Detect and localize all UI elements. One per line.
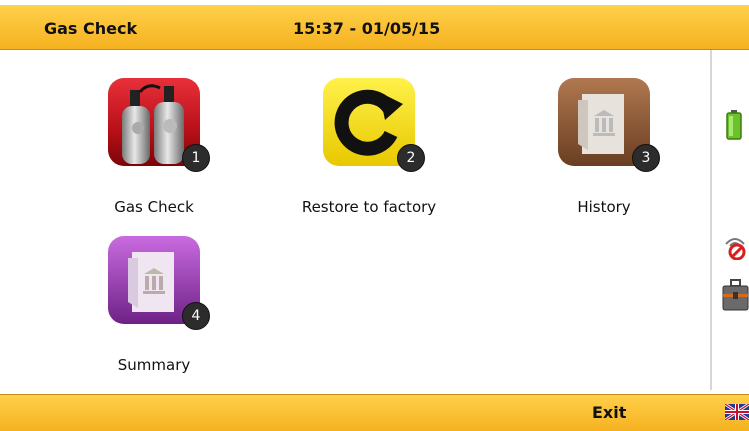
alarm-off-icon (725, 238, 746, 260)
menu-item-history[interactable]: 3 History (514, 50, 694, 216)
badge-4: 4 (182, 302, 210, 330)
menu-item-summary[interactable]: 4 Summary (64, 208, 244, 374)
menu-label-history: History (577, 198, 631, 216)
footer-bar: Exit (0, 394, 749, 431)
battery-icon (726, 110, 742, 140)
header-bar: Gas Check 15:37 - 01/05/15 (0, 5, 749, 50)
exit-button[interactable]: Exit (592, 403, 626, 422)
uk-flag-icon[interactable] (725, 404, 749, 420)
menu-label-summary: Summary (117, 356, 191, 374)
datetime-display: 15:37 - 01/05/15 (293, 19, 441, 38)
status-sidebar (712, 50, 749, 390)
menu-item-restore-factory[interactable]: 2 Restore to factory (279, 50, 459, 216)
badge-1: 1 (182, 144, 210, 172)
toolbox-icon (722, 279, 749, 311)
app-title: Gas Check (44, 19, 138, 38)
badge-3: 3 (632, 144, 660, 172)
menu-label-restore-factory: Restore to factory (301, 198, 437, 216)
main-menu: 1 Gas Check 2 Restore to factory 3 Histo… (0, 50, 710, 390)
badge-2: 2 (397, 144, 425, 172)
menu-item-gas-check[interactable]: 1 Gas Check (64, 50, 244, 216)
